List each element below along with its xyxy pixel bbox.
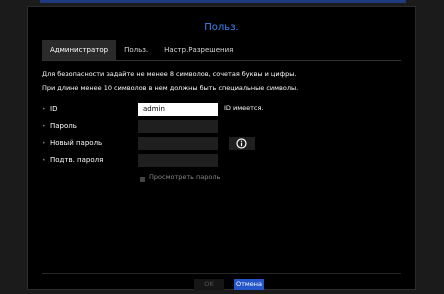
security-info-line-1: Для безопасности задайте не менее 8 симв… <box>42 70 297 78</box>
bullet-icon: • <box>42 123 46 130</box>
password-row: • Пароль <box>28 120 415 135</box>
new-password-field[interactable] <box>138 137 218 150</box>
tab-bar: Администратор Польз. Настр.Разрешения <box>42 40 241 60</box>
new-password-label: Новый пароль <box>50 139 103 147</box>
id-field[interactable]: admin <box>138 103 218 116</box>
new-password-row: • Новый пароль <box>28 137 415 152</box>
confirm-password-label: Подтв. пароля <box>50 156 104 164</box>
bullet-icon: • <box>42 157 46 164</box>
password-field[interactable] <box>138 120 218 133</box>
tab-permission-settings[interactable]: Настр.Разрешения <box>156 40 241 60</box>
info-icon <box>236 138 247 149</box>
show-password-checkbox[interactable] <box>140 177 145 182</box>
password-label: Пароль <box>50 122 77 130</box>
ok-button[interactable]: OK <box>194 279 224 290</box>
confirm-password-field[interactable] <box>138 154 218 167</box>
footer-divider <box>42 273 401 274</box>
password-info-button[interactable] <box>229 137 255 150</box>
id-exists-note: ID имеется. <box>224 104 264 112</box>
confirm-password-row: • Подтв. пароля <box>28 154 415 169</box>
bullet-icon: • <box>42 140 46 147</box>
tab-users[interactable]: Польз. <box>116 40 156 60</box>
user-dialog: Польз. Администратор Польз. Настр.Разреш… <box>27 6 416 290</box>
id-row: • ID admin ID имеется. <box>28 103 415 118</box>
cancel-button[interactable]: Отмена <box>234 279 264 290</box>
tab-administrator[interactable]: Администратор <box>42 40 117 60</box>
dialog-title: Польз. <box>204 22 239 33</box>
top-strip <box>40 0 406 3</box>
tab-divider <box>42 60 401 61</box>
bullet-icon: • <box>42 106 46 113</box>
security-info-line-2: При длине менее 10 символов в нем должны… <box>42 84 299 92</box>
id-label: ID <box>50 105 58 113</box>
show-password-label[interactable]: Просмотреть пароль <box>149 173 220 181</box>
